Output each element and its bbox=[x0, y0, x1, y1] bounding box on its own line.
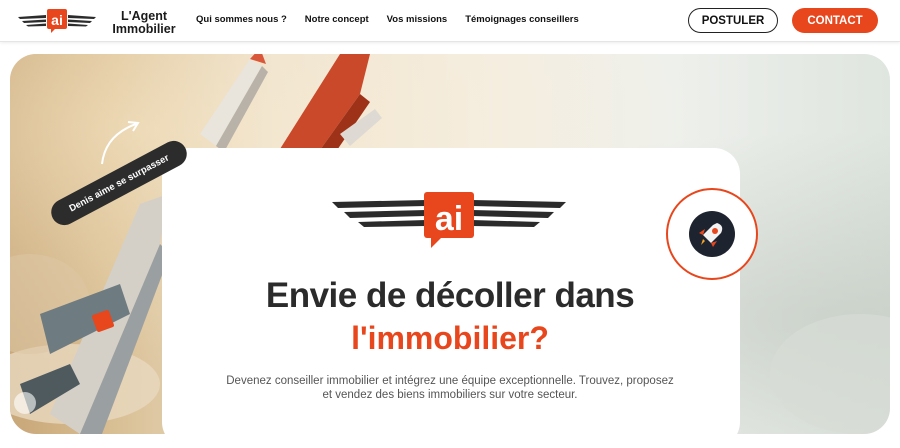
postuler-button[interactable]: POSTULER bbox=[688, 8, 778, 33]
nav-link-qui-sommes-nous[interactable]: Qui sommes nous ? bbox=[196, 14, 287, 25]
wings-logo: ai bbox=[332, 192, 566, 248]
nav-link-vos-missions[interactable]: Vos missions bbox=[387, 14, 448, 25]
site-header: ai L'Agent Immobilier Qui sommes nous ? … bbox=[0, 0, 900, 42]
hero-headline: Envie de décoller dans bbox=[265, 276, 635, 315]
rocket-badge bbox=[666, 188, 758, 280]
brand-logo[interactable]: ai bbox=[16, 8, 98, 34]
svg-text:ai: ai bbox=[435, 200, 463, 238]
svg-text:ai: ai bbox=[51, 12, 63, 28]
contact-button[interactable]: CONTACT bbox=[792, 8, 878, 33]
main-nav: Qui sommes nous ? Notre concept Vos miss… bbox=[196, 14, 579, 25]
video-control-icon[interactable] bbox=[14, 392, 36, 414]
brand-name[interactable]: L'Agent Immobilier bbox=[108, 10, 180, 36]
hero-headline-accent: l'immobilier? bbox=[351, 320, 549, 356]
nav-link-notre-concept[interactable]: Notre concept bbox=[305, 14, 369, 25]
rocket-icon bbox=[689, 211, 735, 257]
nav-link-temoignages[interactable]: Témoignages conseillers bbox=[465, 14, 579, 25]
hero-subtext: Devenez conseiller immobilier et intégre… bbox=[226, 375, 674, 401]
